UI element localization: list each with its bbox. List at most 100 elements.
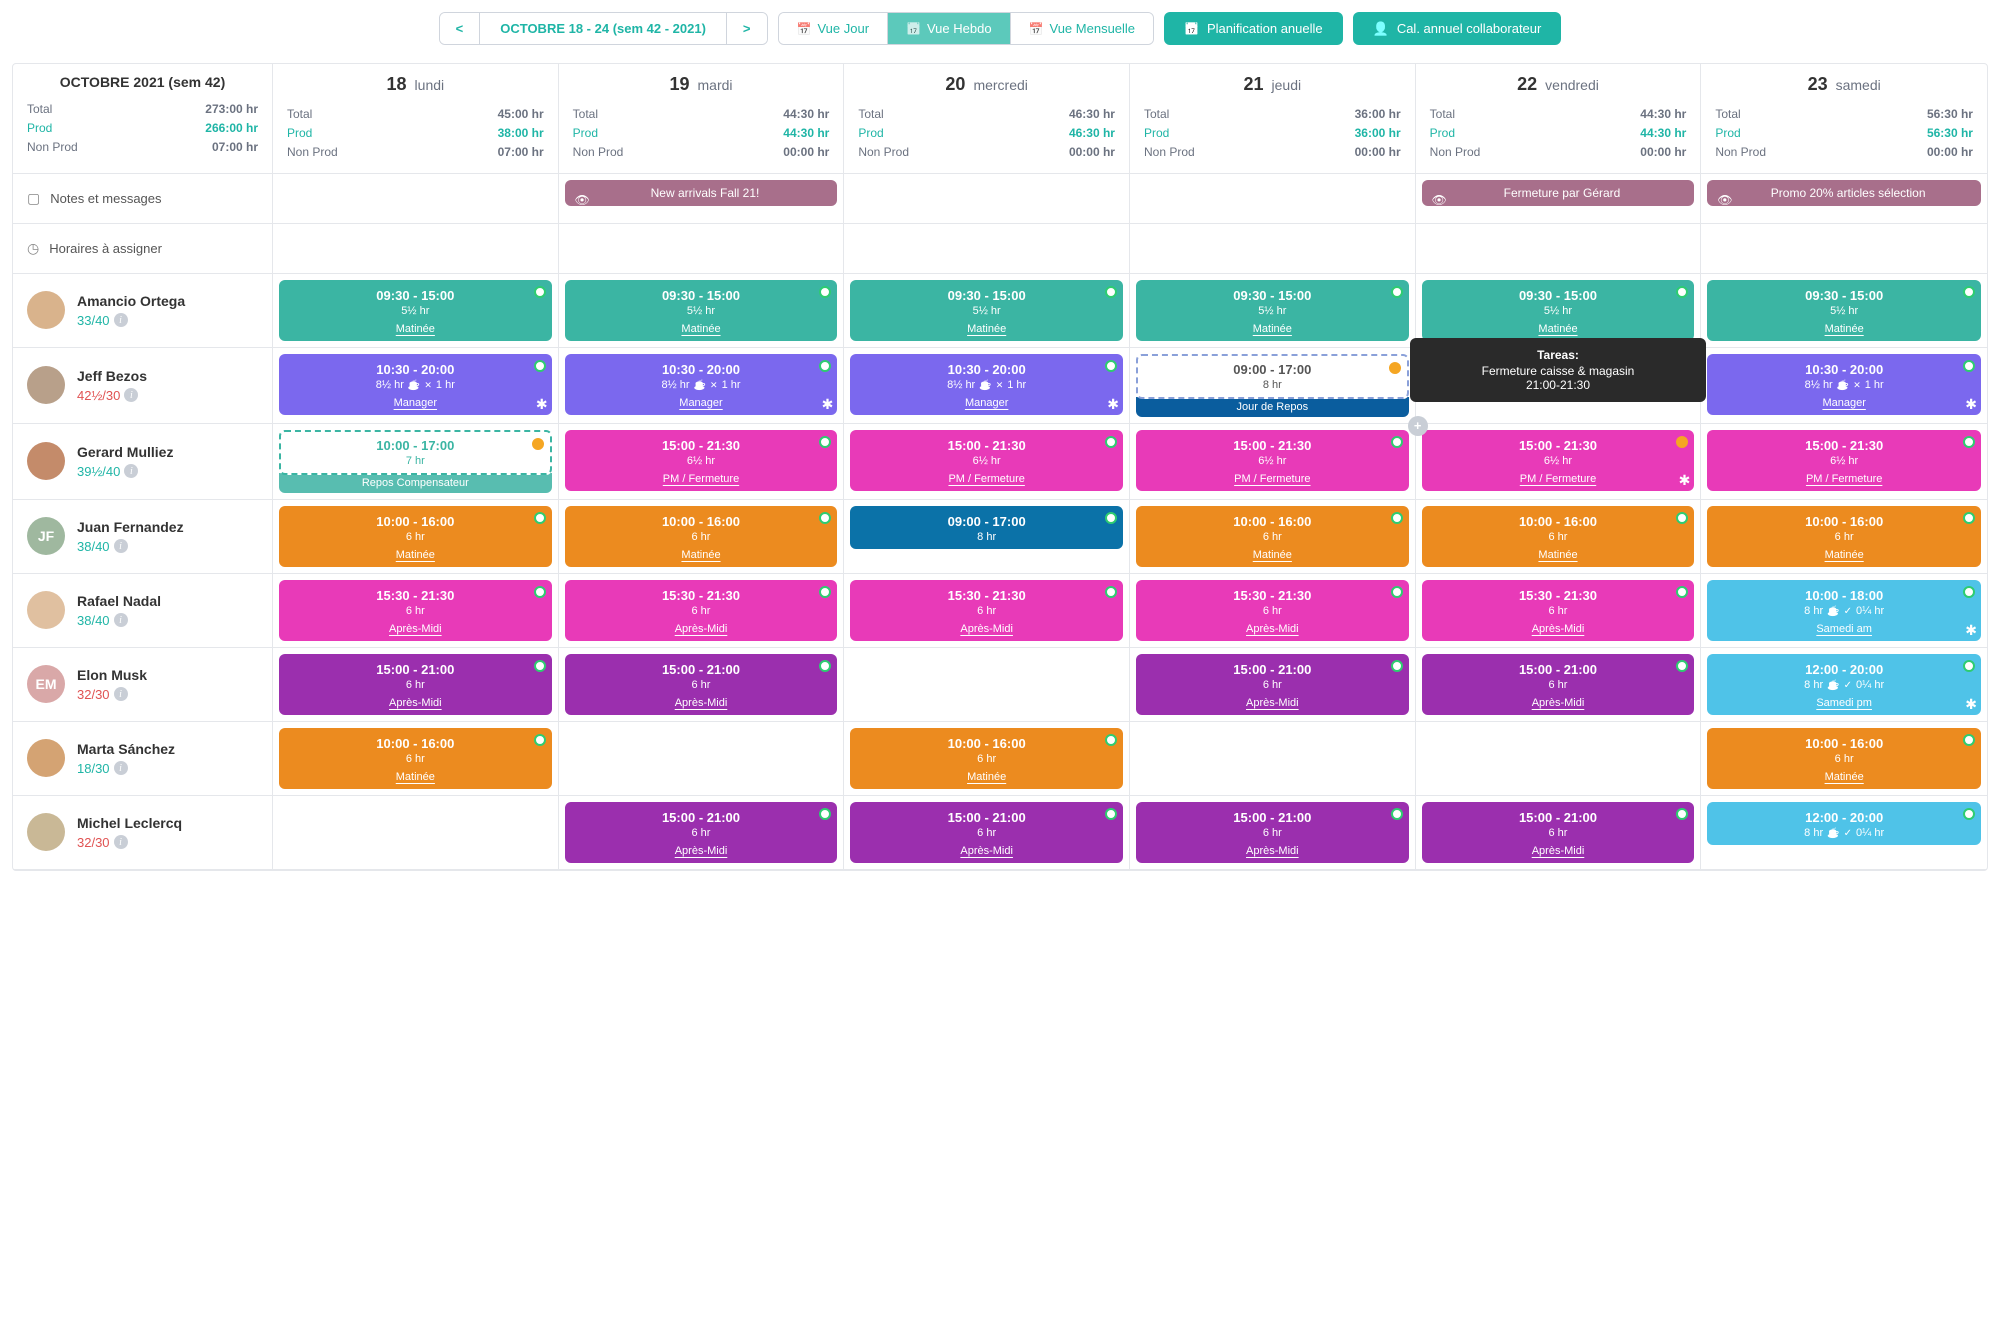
info-icon[interactable]: i xyxy=(114,613,128,627)
shift-card[interactable]: 15:00 - 21:306½ hrPM / Fermeture✱ xyxy=(1422,430,1695,491)
notes-cell[interactable] xyxy=(844,174,1130,224)
shift-card[interactable]: 10:00 - 16:006 hrMatinée xyxy=(1136,506,1409,567)
shift-card[interactable]: 10:00 - 16:006 hrMatinée xyxy=(1707,728,1981,789)
shift-card[interactable]: 09:00 - 17:008 hr xyxy=(850,506,1123,549)
unassigned-cell[interactable] xyxy=(1130,224,1416,274)
shift-card[interactable]: 15:00 - 21:306½ hrPM / Fermeture xyxy=(850,430,1123,491)
notes-cell[interactable] xyxy=(1130,174,1416,224)
info-icon[interactable]: i xyxy=(114,539,128,553)
unassigned-cell[interactable] xyxy=(1701,224,1987,274)
shift-card[interactable]: 15:30 - 21:306 hrAprès-Midi xyxy=(1136,580,1409,641)
employee-row-header[interactable]: EM Elon Musk32/30i xyxy=(13,648,273,722)
shift-card[interactable]: 09:30 - 15:005½ hrMatinée xyxy=(279,280,552,341)
view-day-button[interactable]: Vue Jour xyxy=(779,13,889,44)
employee-row-header[interactable]: Michel Leclercq32/30i xyxy=(13,796,273,870)
info-icon[interactable]: i xyxy=(124,464,138,478)
employee-row-header[interactable]: Gerard Mulliez39½/40i xyxy=(13,424,273,500)
unassigned-cell[interactable] xyxy=(559,224,845,274)
shift-card[interactable]: 15:00 - 21:006 hrAprès-Midi xyxy=(565,802,838,863)
employee-row-header[interactable]: Jeff Bezos42½/30i xyxy=(13,348,273,424)
shift-card[interactable]: 10:00 - 16:006 hrMatinée xyxy=(1707,506,1981,567)
shift-card[interactable]: 15:00 - 21:306½ hrPM / Fermeture xyxy=(1136,430,1409,491)
empty-shift-cell[interactable] xyxy=(273,796,559,870)
unassigned-cell[interactable] xyxy=(273,224,559,274)
day-header-sat[interactable]: 23samedi Total56:30 hr Prod56:30 hr Non … xyxy=(1701,64,1987,174)
empty-shift-cell[interactable] xyxy=(844,648,1130,722)
shift-card[interactable]: 15:00 - 21:006 hrAprès-Midi xyxy=(1136,802,1409,863)
unassigned-cell[interactable] xyxy=(844,224,1130,274)
shift-card[interactable]: 15:00 - 21:006 hrAprès-Midi xyxy=(1422,802,1695,863)
unassigned-cell[interactable] xyxy=(1416,224,1702,274)
shift-card[interactable]: 15:30 - 21:306 hrAprès-Midi xyxy=(279,580,552,641)
day-header-thu[interactable]: 21jeudi Total36:00 hr Prod36:00 hr Non P… xyxy=(1130,64,1416,174)
shift-card[interactable]: 10:00 - 16:006 hrMatinée xyxy=(1422,506,1695,567)
shift-card[interactable]: 10:00 - 18:008 hr 0¼ hrSamedi am✱ xyxy=(1707,580,1981,641)
shift-card[interactable]: 15:30 - 21:306 hrAprès-Midi xyxy=(1422,580,1695,641)
shift-card[interactable]: 12:00 - 20:008 hr 0¼ hr xyxy=(1707,802,1981,845)
shift-card[interactable]: 15:30 - 21:306 hrAprès-Midi xyxy=(565,580,838,641)
empty-shift-cell[interactable] xyxy=(559,722,845,796)
shift-card[interactable]: 15:00 - 21:006 hrAprès-Midi xyxy=(1422,654,1695,715)
day-header-mon[interactable]: 18lundi Total45:00 hr Prod38:00 hr Non P… xyxy=(273,64,559,174)
shift-card[interactable]: 15:00 - 21:006 hrAprès-Midi xyxy=(850,802,1123,863)
employee-row-header[interactable]: JF Juan Fernandez38/40i xyxy=(13,500,273,574)
shift-card[interactable]: 09:30 - 15:005½ hrMatinée xyxy=(565,280,838,341)
annual-collaborator-button[interactable]: Cal. annuel collaborateur xyxy=(1353,12,1562,45)
clock-icon xyxy=(27,240,39,257)
shift-card[interactable]: 10:00 - 16:006 hrMatinée xyxy=(279,506,552,567)
shift-card[interactable]: 10:30 - 20:008½ hr 1 hrManager✱ xyxy=(565,354,838,415)
add-shift-button[interactable]: + xyxy=(1408,416,1428,436)
shift-card[interactable]: 15:00 - 21:306½ hrPM / Fermeture xyxy=(1707,430,1981,491)
day-header-wed[interactable]: 20mercredi Total46:30 hr Prod46:30 hr No… xyxy=(844,64,1130,174)
next-week-button[interactable]: > xyxy=(727,13,767,44)
shift-card[interactable]: 12:00 - 20:008 hr 0¼ hrSamedi pm✱ xyxy=(1707,654,1981,715)
info-icon[interactable]: i xyxy=(114,761,128,775)
shift-stack[interactable]: 09:00 - 17:008 hrJour de Repos xyxy=(1136,354,1409,417)
info-icon[interactable]: i xyxy=(124,388,138,402)
schedule-grid: OCTOBRE 2021 (sem 42) Total273:00 hr Pro… xyxy=(12,63,1988,871)
week-summary-header: OCTOBRE 2021 (sem 42) Total273:00 hr Pro… xyxy=(13,64,273,174)
shift-card[interactable]: 15:00 - 21:006 hrAprès-Midi xyxy=(565,654,838,715)
notes-cell[interactable]: New arrivals Fall 21! xyxy=(559,174,845,224)
info-icon[interactable]: i xyxy=(114,835,128,849)
shift-card[interactable]: 15:30 - 21:306 hrAprès-Midi xyxy=(850,580,1123,641)
shift-stack[interactable]: 10:00 - 17:007 hrRepos Compensateur xyxy=(279,430,552,493)
comp-rest-bar: Repos Compensateur xyxy=(279,473,552,493)
view-week-button[interactable]: Vue Hebdo xyxy=(888,13,1011,44)
empty-shift-cell[interactable] xyxy=(1416,722,1702,796)
shift-card[interactable]: 09:30 - 15:005½ hrMatinée xyxy=(850,280,1123,341)
note-pill[interactable]: Promo 20% articles sélection xyxy=(1707,180,1981,206)
day-header-fri[interactable]: 22vendredi Total44:30 hr Prod44:30 hr No… xyxy=(1416,64,1702,174)
notes-cell[interactable]: Fermeture par Gérard xyxy=(1416,174,1702,224)
shift-card[interactable]: 10:30 - 20:008½ hr 1 hrManager✱ xyxy=(279,354,552,415)
notes-cell[interactable]: Promo 20% articles sélection xyxy=(1701,174,1987,224)
info-icon[interactable]: i xyxy=(114,313,128,327)
employee-row-header[interactable]: Marta Sánchez18/30i xyxy=(13,722,273,796)
shift-card[interactable]: 10:00 - 16:006 hrMatinée xyxy=(850,728,1123,789)
shift-card[interactable]: 10:00 - 16:006 hrMatinée xyxy=(565,506,838,567)
note-pill[interactable]: Fermeture par Gérard xyxy=(1422,180,1695,206)
note-pill[interactable]: New arrivals Fall 21! xyxy=(565,180,838,206)
empty-shift-cell[interactable] xyxy=(1130,722,1416,796)
shift-card[interactable]: 10:30 - 20:008½ hr 1 hrManager✱ xyxy=(850,354,1123,415)
prev-week-button[interactable]: < xyxy=(440,13,481,44)
shift-card[interactable]: 15:00 - 21:306½ hrPM / Fermeture xyxy=(565,430,838,491)
shift-card[interactable]: 15:00 - 21:006 hrAprès-Midi xyxy=(279,654,552,715)
shift-card[interactable]: 10:00 - 16:006 hrMatinée xyxy=(279,728,552,789)
shift-card[interactable]: 10:30 - 20:008½ hr 1 hrManager✱ xyxy=(1707,354,1981,415)
avatar: JF xyxy=(27,517,65,555)
shift-card[interactable]: 09:30 - 15:005½ hrMatinée xyxy=(1136,280,1409,341)
info-icon[interactable]: i xyxy=(114,687,128,701)
shift-card[interactable]: 15:00 - 21:006 hrAprès-Midi xyxy=(1136,654,1409,715)
day-header-tue[interactable]: 19mardi Total44:30 hr Prod44:30 hr Non P… xyxy=(559,64,845,174)
date-range-label[interactable]: OCTOBRE 18 - 24 (sem 42 - 2021) xyxy=(480,13,727,44)
shift-card[interactable]: 09:30 - 15:005½ hrMatinée xyxy=(1707,280,1981,341)
employee-row-header[interactable]: Rafael Nadal38/40i xyxy=(13,574,273,648)
view-month-button[interactable]: Vue Mensuelle xyxy=(1011,13,1153,44)
employee-row-header[interactable]: Amancio Ortega33/40i xyxy=(13,274,273,348)
avatar xyxy=(27,591,65,629)
notes-cell[interactable] xyxy=(273,174,559,224)
x-icon xyxy=(424,379,432,391)
shift-card[interactable]: 09:30 - 15:005½ hrMatinée xyxy=(1422,280,1695,341)
annual-planning-button[interactable]: Planification anuelle xyxy=(1164,12,1343,45)
